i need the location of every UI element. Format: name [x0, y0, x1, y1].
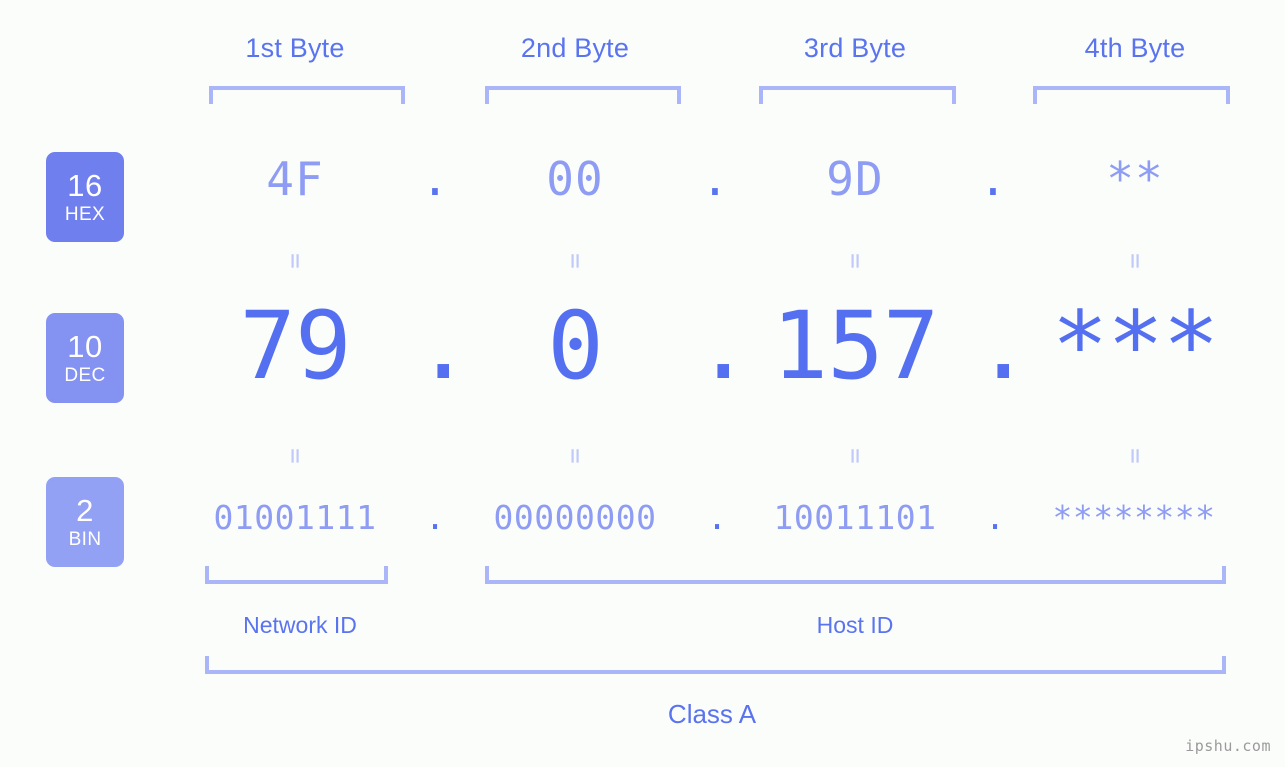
- equals-icon-dec-bin-1: =: [280, 448, 310, 464]
- equals-icon-dec-bin-3: =: [840, 448, 870, 464]
- base-badge-hex-number: 16: [67, 168, 103, 203]
- bin-separator-3: .: [985, 498, 1005, 537]
- dec-byte-1: 79: [239, 292, 351, 401]
- hex-byte-4: **: [1106, 152, 1164, 206]
- byte-bracket-3: [759, 86, 956, 104]
- bin-separator-2: .: [707, 498, 727, 537]
- dec-byte-2: 0: [547, 292, 604, 401]
- byte-header-2: 2nd Byte: [520, 33, 630, 63]
- equals-icon-hex-dec-1: =: [280, 253, 310, 269]
- network-id-label: Network ID: [243, 612, 357, 638]
- base-badge-bin-label: BIN: [68, 529, 102, 550]
- base-badge-bin-number: 2: [76, 493, 94, 528]
- bin-byte-4: ********: [1052, 498, 1216, 537]
- byte-bracket-2: [485, 86, 681, 104]
- hex-separator-1: .: [421, 152, 449, 206]
- equals-icon-hex-dec-3: =: [840, 253, 870, 269]
- dec-byte-4: ***: [1051, 292, 1220, 401]
- host-id-bracket: [485, 566, 1226, 584]
- base-badge-hex-label: HEX: [64, 204, 106, 225]
- bin-separator-1: .: [425, 498, 445, 537]
- ip-address-breakdown-diagram: 1st Byte 2nd Byte 3rd Byte 4th Byte 16 H…: [0, 0, 1285, 767]
- bin-byte-3: 10011101: [773, 498, 937, 537]
- equals-icon-hex-dec-2: =: [560, 253, 590, 269]
- byte-header-1: 1st Byte: [245, 33, 345, 63]
- hex-byte-2: 00: [546, 152, 604, 206]
- class-label: Class A: [667, 699, 757, 729]
- byte-header-3: 3rd Byte: [803, 33, 907, 63]
- equals-icon-dec-bin-2: =: [560, 448, 590, 464]
- base-badge-dec-label: DEC: [64, 365, 106, 386]
- equals-icon-dec-bin-4: =: [1120, 448, 1150, 464]
- byte-bracket-1: [209, 86, 405, 104]
- base-badge-dec: 10 DEC: [46, 313, 124, 403]
- hex-byte-1: 4F: [266, 152, 324, 206]
- base-badge-bin: 2 BIN: [46, 477, 124, 567]
- bin-byte-2: 00000000: [493, 498, 657, 537]
- base-badge-dec-number: 10: [67, 329, 103, 364]
- hex-separator-2: .: [701, 152, 729, 206]
- network-id-bracket: [205, 566, 388, 584]
- base-badge-hex: 16 HEX: [46, 152, 124, 242]
- dec-separator-1: .: [415, 292, 472, 401]
- dec-byte-3: 157: [771, 292, 940, 401]
- hex-separator-3: .: [979, 152, 1007, 206]
- bin-byte-1: 01001111: [213, 498, 377, 537]
- dec-separator-3: .: [975, 292, 1032, 401]
- dec-separator-2: .: [695, 292, 752, 401]
- site-watermark: ipshu.com: [1185, 737, 1271, 755]
- host-id-label: Host ID: [816, 612, 894, 638]
- hex-byte-3: 9D: [826, 152, 884, 206]
- byte-bracket-4: [1033, 86, 1230, 104]
- class-bracket: [205, 656, 1226, 674]
- equals-icon-hex-dec-4: =: [1120, 253, 1150, 269]
- byte-header-4: 4th Byte: [1084, 33, 1186, 63]
